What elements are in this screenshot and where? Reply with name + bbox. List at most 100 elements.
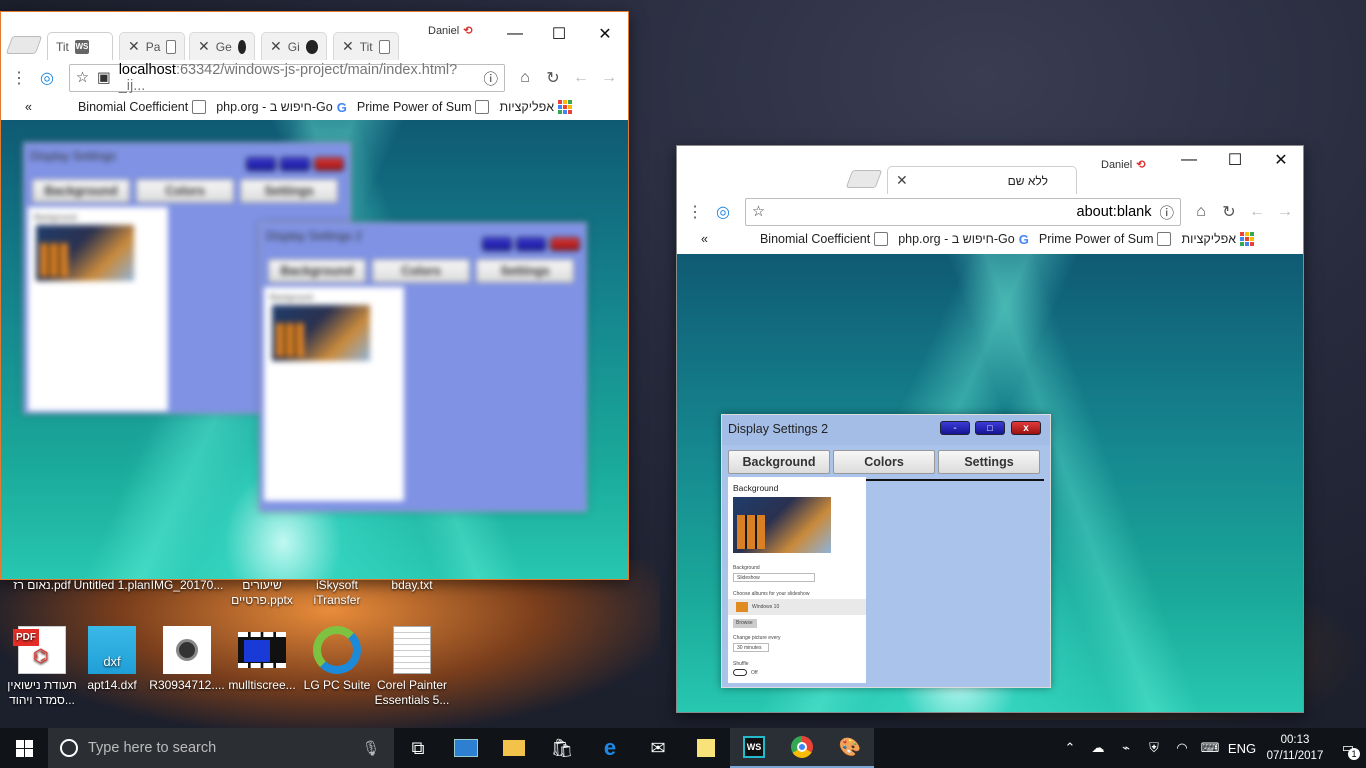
background-select[interactable]: Slideshow [733, 573, 815, 582]
info-icon[interactable]: ⓘ [484, 68, 499, 89]
ds-titlebar[interactable]: Display Settings 2 - □ x [722, 415, 1050, 445]
maximize-button[interactable]: □ [975, 421, 1005, 435]
taskbar-search[interactable]: Type here to search 🎙 [48, 728, 394, 768]
wallpaper-preview [272, 305, 370, 361]
change-picture-select[interactable]: 30 minutes [733, 643, 769, 652]
display-settings-window[interactable]: Display Settings 2 - □ x Background Colo… [721, 414, 1051, 688]
keyboard-icon[interactable]: ⌨ [1196, 740, 1224, 756]
chevron-up-icon[interactable]: ⌃ [1056, 740, 1084, 756]
star-icon[interactable]: ☆ [76, 70, 89, 86]
tab-colors[interactable]: Colors [833, 450, 935, 474]
mail-icon[interactable]: ✉ [634, 728, 682, 768]
bookmark-1[interactable]: Binomial Coefficient [78, 100, 207, 114]
onedrive-icon[interactable]: ☁ [1084, 740, 1112, 756]
wifi-icon[interactable]: ◠ [1168, 740, 1196, 756]
profile-button[interactable]: Daniel ⟲ [1101, 158, 1145, 172]
menu-icon[interactable]: ⋮ [5, 64, 33, 92]
close-tab-icon[interactable]: ✕ [270, 38, 282, 55]
microphone-icon[interactable]: 🎙 [362, 740, 380, 757]
close-tab-icon[interactable]: ✕ [342, 38, 354, 55]
store-icon[interactable]: 🛍 [538, 728, 586, 768]
tab-4[interactable]: ✕ Gi [261, 32, 327, 60]
new-tab-button[interactable] [845, 170, 883, 188]
tab-background[interactable]: Background [728, 450, 830, 474]
browser-window-2[interactable]: ✕ ללא שם Daniel ⟲ — ☐ ✕ ⋮ ◎ ☆ about:blan… [676, 145, 1304, 713]
desktop-icon[interactable]: R30934712.... [145, 626, 229, 693]
tab-settings[interactable]: Settings [938, 450, 1040, 474]
close-tab-icon[interactable]: ✕ [198, 38, 210, 55]
bookmark-1[interactable]: Binomial Coefficient [760, 232, 889, 246]
minimize-button[interactable]: - [940, 421, 970, 435]
bookmark-3[interactable]: Prime Power of Sum [357, 100, 490, 114]
notification-icon[interactable]: ▭ 1 [1330, 740, 1366, 760]
desktop-icon[interactable]: Untitled 1.plan [70, 578, 154, 593]
new-tab-button[interactable] [5, 36, 43, 54]
lenovo-app-icon[interactable] [442, 728, 490, 768]
edge-icon[interactable]: e [586, 728, 634, 768]
task-view-icon[interactable]: ⧉ [394, 728, 442, 768]
browser-window-1[interactable]: Tit WS ✕ Pa ✕ Ge ✕ Gi ✕ Tit Daniel ⟲ — ☐… [0, 11, 629, 580]
bookmark-3[interactable]: Prime Power of Sum [1039, 232, 1172, 246]
close-button[interactable]: x [1011, 421, 1041, 435]
desktop-icon[interactable]: iSkysoft iTransfer [295, 578, 379, 608]
bookmark-2[interactable]: php.org - חיפוש ב-Go G [898, 232, 1029, 247]
home-icon[interactable]: ⌂ [1187, 198, 1215, 226]
close-tab-icon[interactable]: ✕ [896, 172, 908, 189]
close-tab-icon[interactable]: ✕ [128, 38, 140, 55]
desktop-icon[interactable]: bday.txt [370, 578, 454, 593]
home-icon[interactable]: ⌂ [511, 64, 539, 92]
power-icon[interactable]: ⌁ [1112, 740, 1140, 756]
forward-icon[interactable]: → [595, 64, 623, 92]
minimize-button[interactable]: — [1167, 146, 1211, 174]
file-explorer-icon[interactable] [490, 728, 538, 768]
extension-icon[interactable]: ◎ [709, 198, 737, 226]
forward-icon[interactable]: → [1271, 198, 1299, 226]
reload-icon[interactable]: ↻ [539, 64, 567, 92]
address-bar[interactable]: ☆ about:blank ⓘ [745, 198, 1181, 226]
dxf-icon: dxf [88, 626, 136, 674]
star-icon[interactable]: ☆ [752, 204, 765, 220]
reload-icon[interactable]: ↻ [1215, 198, 1243, 226]
tab-blank[interactable]: ✕ ללא שם [887, 166, 1077, 194]
desktop-icon[interactable]: dxf apt14.dxf [70, 626, 154, 693]
desktop-icon[interactable]: Corel Painter Essentials 5... [370, 626, 454, 708]
minimize-button[interactable]: — [493, 20, 537, 48]
close-window-button[interactable]: ✕ [583, 20, 627, 48]
album-item[interactable]: Windows 10 [728, 599, 866, 615]
bookmark-apps[interactable]: אפליקציות [499, 100, 573, 114]
back-icon[interactable]: ← [567, 64, 595, 92]
profile-button[interactable]: Daniel ⟲ [428, 24, 472, 38]
browse-button[interactable]: Browse [733, 619, 757, 628]
maximize-button[interactable]: ☐ [537, 20, 581, 48]
info-icon[interactable]: ⓘ [1160, 202, 1175, 223]
desktop-icon[interactable]: mulltiscree... [220, 626, 304, 693]
bookmarks-overflow-icon[interactable]: « [25, 100, 32, 114]
security-icon[interactable]: ⛨ [1140, 740, 1168, 756]
close-window-button[interactable]: ✕ [1259, 146, 1303, 174]
bookmarks-overflow-icon[interactable]: « [701, 232, 708, 246]
desktop-icon[interactable]: IMG_20170... [145, 578, 229, 593]
back-icon[interactable]: ← [1243, 198, 1271, 226]
extension-icon[interactable]: ◎ [33, 64, 61, 92]
tab-1[interactable]: Tit WS [47, 32, 113, 60]
tab-2[interactable]: ✕ Pa [119, 32, 185, 60]
maximize-button[interactable]: ☐ [1213, 146, 1257, 174]
tab-3[interactable]: ✕ Ge [189, 32, 255, 60]
painter-icon[interactable]: 🎨 [826, 728, 874, 768]
bookmark-apps[interactable]: אפליקציות [1181, 232, 1255, 246]
tab-5[interactable]: ✕ Tit [333, 32, 399, 60]
desktop-icon[interactable]: LG PC Suite [295, 626, 379, 693]
desktop-icon[interactable]: שיעורים פרטיים.pptx [220, 578, 304, 608]
start-button[interactable] [0, 728, 48, 768]
address-bar[interactable]: ☆ ▣ localhost:63342/windows-js-project/m… [69, 62, 505, 94]
shuffle-toggle[interactable] [733, 669, 747, 676]
bookmark-2[interactable]: php.org - חיפוש ב-Go G [216, 100, 347, 115]
menu-icon[interactable]: ⋮ [681, 198, 709, 226]
webstorm-icon[interactable]: WS [730, 728, 778, 768]
chrome-icon[interactable] [778, 728, 826, 768]
tab-colors: Colors [372, 259, 470, 283]
language-indicator[interactable]: ENG [1224, 741, 1260, 756]
sticky-notes-icon[interactable] [682, 728, 730, 768]
tab-background: Background [32, 179, 130, 203]
clock[interactable]: 00:13 07/11/2017 [1260, 732, 1330, 764]
